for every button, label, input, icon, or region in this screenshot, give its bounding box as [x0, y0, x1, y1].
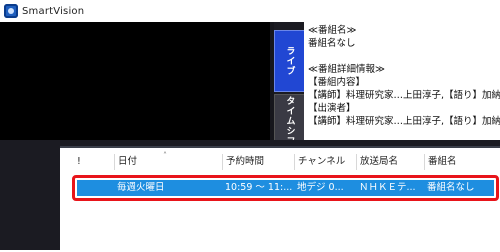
column-header-station[interactable]: 放送局名 — [356, 154, 424, 170]
cell-channel: 地デジ 0... — [297, 182, 344, 193]
info-line: 【講師】料理研究家…上田淳子,【語り】加納千秋 — [308, 90, 500, 101]
list-header: ! 日付 ˄ 予約時間 チャンネル 放送局名 番組名 — [60, 151, 500, 170]
info-line — [308, 50, 496, 63]
tab-live[interactable]: ライブ — [274, 30, 306, 92]
smartvision-app-icon — [4, 4, 18, 18]
cell-date: 毎週火曜日 — [117, 182, 165, 193]
cell-time: 10:59 ～ 11:... — [225, 182, 293, 193]
column-header-date[interactable]: 日付 — [114, 154, 222, 170]
program-info-panel: ≪番組名≫ 番組名なし ≪番組詳細情報≫ 【番組内容】 【講師】料理研究家…上田… — [304, 22, 500, 140]
cell-flag — [77, 180, 114, 196]
column-header-program[interactable]: 番組名 — [424, 154, 500, 170]
info-line: ≪番組詳細情報≫ — [308, 64, 385, 75]
cell-program: 番組名なし — [427, 182, 475, 193]
info-line: ≪番組名≫ — [308, 25, 357, 36]
column-header-flag[interactable]: ! — [74, 154, 114, 170]
info-line: 【出演者】 — [308, 103, 356, 114]
window-title: SmartVision — [22, 5, 85, 17]
video-viewer[interactable] — [0, 22, 270, 140]
side-tab-strip: ライブ タイムシフト — [274, 22, 306, 158]
column-header-time[interactable]: 予約時間 — [222, 154, 294, 170]
info-line: 【番組内容】 — [308, 77, 366, 88]
main-area: ライブ タイムシフト ≪番組名≫ 番組名なし ≪番組詳細情報≫ 【番組内容】 【… — [0, 22, 500, 252]
title-bar: SmartVision — [0, 0, 500, 22]
reservation-list: ! 日付 ˄ 予約時間 チャンネル 放送局名 番組名 毎週火曜日 10:59 ～… — [60, 146, 500, 252]
left-dark-area — [0, 146, 60, 250]
info-line: 番組名なし — [308, 38, 356, 49]
sort-ascending-icon: ˄ — [163, 151, 167, 160]
table-row[interactable]: 毎週火曜日 10:59 ～ 11:... 地デジ 0... ＮＨＫＥテ... 番… — [77, 180, 494, 196]
column-header-channel[interactable]: チャンネル — [294, 154, 356, 170]
cell-station: ＮＨＫＥテ... — [359, 182, 416, 193]
info-line: 【講師】料理研究家…上田淳子,【語り】加納千秋 — [308, 116, 500, 127]
